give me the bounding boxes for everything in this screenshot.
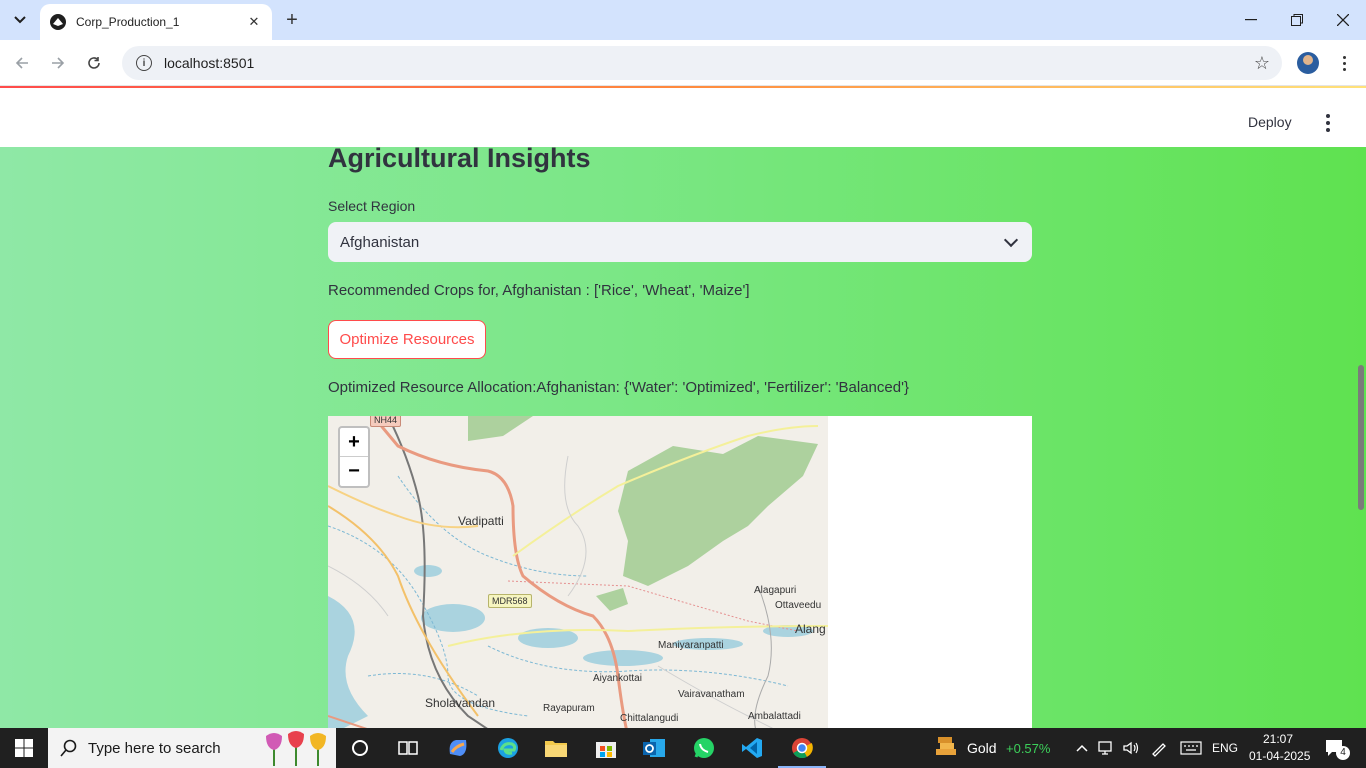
map-label-maniyaranpatti: Maniyaranpatti <box>658 640 724 651</box>
volume-icon[interactable] <box>1120 736 1142 760</box>
start-button[interactable] <box>0 728 48 768</box>
region-select-value: Afghanistan <box>340 233 420 251</box>
windows-logo-icon <box>15 739 33 757</box>
copilot-icon[interactable] <box>446 736 470 760</box>
url-text: localhost:8501 <box>164 55 255 71</box>
gold-widget-icon[interactable] <box>934 736 958 760</box>
arrow-left-icon <box>15 57 28 69</box>
widget-change: +0.57% <box>1006 741 1051 756</box>
cortana-icon[interactable] <box>348 736 372 760</box>
edge-browser-icon[interactable] <box>496 736 520 760</box>
map-label-aiyankottai: Aiyankottai <box>593 673 642 684</box>
whatsapp-icon[interactable] <box>692 736 716 760</box>
map-label-alang: Alang <box>795 622 826 636</box>
map-label-nh44: NH44 <box>370 416 402 427</box>
recommended-crops-text: Recommended Crops for, Afghanistan : ['R… <box>328 282 750 299</box>
map-tiles <box>328 416 828 728</box>
new-tab-button[interactable]: + <box>280 8 304 32</box>
deploy-button[interactable]: Deploy <box>1248 114 1292 130</box>
file-explorer-icon[interactable] <box>544 736 568 760</box>
bookmark-star-icon[interactable]: ☆ <box>1254 53 1270 74</box>
browser-tabstrip: Corp_Production_1 ✕ + <box>0 0 1366 40</box>
close-tab-icon[interactable]: ✕ <box>246 14 262 30</box>
search-icon <box>60 739 77 757</box>
notification-count-badge: 4 <box>1336 746 1350 760</box>
language-indicator[interactable]: ENG <box>1212 741 1238 755</box>
page-title: Agricultural Insights <box>328 143 591 173</box>
widget-label: Gold <box>967 740 997 756</box>
streamlit-header: Deploy <box>0 88 1366 147</box>
map-label-rayapuram: Rayapuram <box>543 703 595 714</box>
chevron-up-icon[interactable] <box>1072 736 1092 760</box>
vscode-icon[interactable] <box>740 736 764 760</box>
reload-button[interactable] <box>82 51 106 75</box>
clock-date[interactable]: 01-04-2025 <box>1249 749 1310 763</box>
page-scrollbar[interactable] <box>1358 365 1364 510</box>
optimize-resources-button[interactable]: Optimize Resources <box>328 320 486 359</box>
clock-time[interactable]: 21:07 <box>1263 732 1293 746</box>
streamlit-menu-icon[interactable] <box>1318 114 1338 132</box>
chevron-down-icon <box>1003 232 1019 248</box>
region-select-label: Select Region <box>328 198 416 214</box>
tab-title: Corp_Production_1 <box>76 15 180 29</box>
tab-search-button[interactable] <box>8 8 32 32</box>
map-label-alagapuri: Alagapuri <box>754 585 797 596</box>
zoom-in-button[interactable]: + <box>340 428 368 457</box>
reload-icon <box>88 57 100 69</box>
region-select[interactable]: Afghanistan <box>328 222 1032 262</box>
outlook-icon[interactable] <box>642 736 666 760</box>
profile-avatar[interactable] <box>1297 52 1319 74</box>
taskbar-search[interactable]: Type here to search <box>48 728 336 768</box>
browser-tab[interactable]: Corp_Production_1 ✕ <box>40 4 272 40</box>
site-info-icon[interactable]: i <box>136 55 152 71</box>
browser-toolbar: i localhost:8501 ☆ <box>0 40 1366 86</box>
map-label-chittalangudi: Chittalangudi <box>620 713 679 724</box>
browser-menu-icon[interactable] <box>1334 52 1354 74</box>
restore-button[interactable] <box>1274 0 1320 40</box>
map-label-vadipatti: Vadipatti <box>458 514 504 528</box>
search-placeholder: Type here to search <box>88 739 221 757</box>
resource-allocation-text: Optimized Resource Allocation:Afghanista… <box>328 379 909 396</box>
map[interactable]: + − NH44 Vadipatti MDR568 Alagapuri Otta… <box>328 416 828 728</box>
map-container: + − NH44 Vadipatti MDR568 Alagapuri Otta… <box>328 416 1032 728</box>
chrome-icon[interactable] <box>790 736 814 760</box>
back-button[interactable] <box>10 51 34 75</box>
task-view-icon[interactable] <box>396 736 420 760</box>
chevron-down-icon <box>14 16 26 24</box>
app-area: Deploy Agricultural Insights Select Regi… <box>0 86 1366 728</box>
microsoft-store-icon[interactable] <box>594 736 618 760</box>
tulips-decoration-icon <box>266 731 326 766</box>
map-label-vairavanatham: Vairavanatham <box>678 689 745 700</box>
close-window-button[interactable] <box>1320 0 1366 40</box>
arrow-right-icon <box>52 57 65 69</box>
network-icon[interactable] <box>1096 736 1118 760</box>
map-label-sholavandan: Sholavandan <box>425 696 496 710</box>
map-zoom-control: + − <box>338 426 370 488</box>
streamlit-favicon-icon <box>50 14 66 30</box>
pen-icon[interactable] <box>1148 736 1170 760</box>
zoom-out-button[interactable]: − <box>340 457 368 486</box>
keyboard-icon[interactable] <box>1178 736 1204 760</box>
address-bar[interactable]: i localhost:8501 ☆ <box>122 46 1282 80</box>
map-label-ambalattadi: Ambalattadi <box>748 711 801 722</box>
taskbar: Type here to search Gold +0.57% ENG 21:0… <box>0 728 1366 768</box>
minimize-button[interactable] <box>1228 0 1274 40</box>
map-label-ottaveedu: Ottaveedu <box>775 600 822 611</box>
forward-button[interactable] <box>46 51 70 75</box>
map-label-mdr568: MDR568 <box>488 594 532 608</box>
